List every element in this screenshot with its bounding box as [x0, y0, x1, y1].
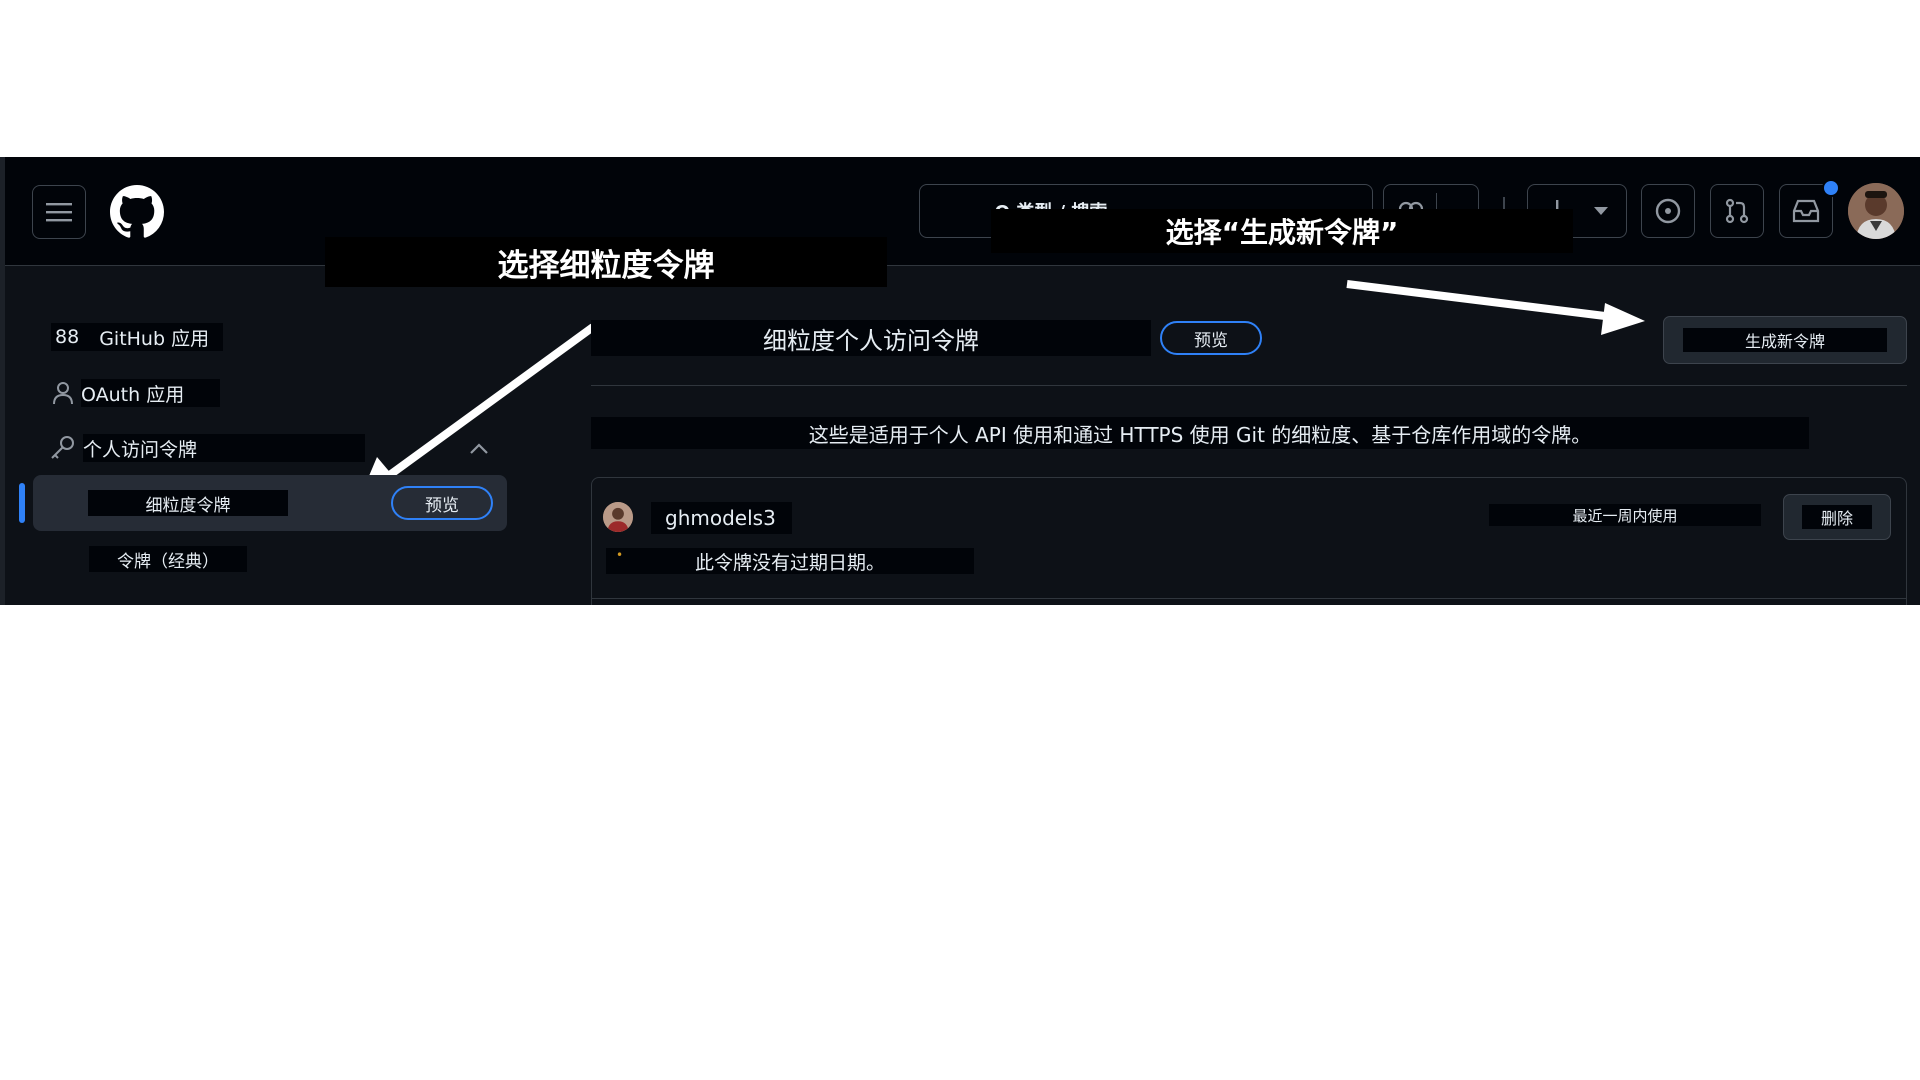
user-avatar-icon — [603, 502, 633, 532]
github-settings-screenshot: Q 类型 / 搜索 — [0, 157, 1920, 605]
top-navigation-bar: Q 类型 / 搜索 — [5, 157, 1920, 266]
title-divider — [591, 385, 1907, 386]
sidebar-item-label: 令牌（经典） — [117, 551, 219, 572]
description: 这些是适用于个人 API 使用和通过 HTTPS 使用 Git 的细粒度、基于仓… — [591, 417, 1809, 449]
active-indicator — [19, 483, 25, 523]
sidebar-item-label: 细粒度令牌 — [145, 495, 231, 516]
menu-button[interactable] — [32, 185, 86, 239]
user-avatar-icon — [1848, 183, 1904, 239]
page-title: 细粒度个人访问令牌 — [591, 320, 1151, 356]
issues-button[interactable] — [1641, 184, 1695, 238]
delete-token-button[interactable]: 删除 — [1783, 494, 1891, 540]
sidebar-item-label: OAuth 应用 — [81, 383, 185, 406]
notifications-button[interactable] — [1779, 179, 1840, 238]
sidebar-item-label: 个人访问令牌 — [83, 438, 198, 461]
title-preview-badge: 预览 — [1160, 321, 1262, 355]
caret-down-icon — [1594, 207, 1608, 215]
hamburger-icon — [46, 203, 72, 222]
token-expiry: • 此令牌没有过期日期。 — [606, 548, 974, 574]
person-icon — [53, 382, 73, 405]
generate-new-token-button[interactable]: 生成新令牌 — [1663, 316, 1907, 364]
sidebar-item-fine-grained-tokens[interactable]: 细粒度令牌 预览 — [33, 475, 507, 531]
token-row: ghmodels3 最近一周内使用 删除 • 此令牌没有过期日期。 — [592, 478, 1906, 599]
chevron-up-icon — [470, 443, 488, 454]
arrow-head-generate — [1601, 303, 1645, 335]
token-list: ghmodels3 最近一周内使用 删除 • 此令牌没有过期日期。 — [591, 477, 1907, 605]
token-owner-avatar — [603, 502, 633, 532]
sidebar-item-personal-access-tokens[interactable]: 个人访问令牌 — [49, 433, 495, 463]
annotation-select-generate: 选择“生成新令牌” — [991, 209, 1573, 253]
avatar[interactable] — [1848, 183, 1904, 239]
sidebar-item-github-apps[interactable]: 88 GitHub 应用 — [51, 323, 224, 351]
git-pull-request-icon — [1725, 198, 1749, 224]
pull-requests-button[interactable] — [1710, 184, 1764, 238]
sidebar-item-oauth-apps[interactable]: OAuth 应用 — [51, 379, 221, 407]
inbox-icon — [1792, 199, 1820, 223]
notification-dot — [1822, 179, 1840, 197]
token-last-used: 最近一周内使用 — [1489, 504, 1761, 526]
warning-icon: • — [616, 548, 624, 562]
arrow-to-generate — [1346, 280, 1614, 321]
sidebar-item-tokens-classic[interactable]: 令牌（经典） — [89, 546, 247, 572]
github-logo-icon[interactable] — [110, 185, 164, 239]
key-icon — [51, 436, 74, 459]
sidebar-item-label: GitHub 应用 — [99, 327, 210, 350]
preview-badge: 预览 — [391, 486, 493, 520]
annotation-select-fine-grained: 选择细粒度令牌 — [325, 237, 887, 287]
issue-opened-icon — [1655, 198, 1681, 224]
apps-icon: 88 — [55, 326, 80, 348]
token-name-link[interactable]: ghmodels3 — [651, 502, 792, 534]
